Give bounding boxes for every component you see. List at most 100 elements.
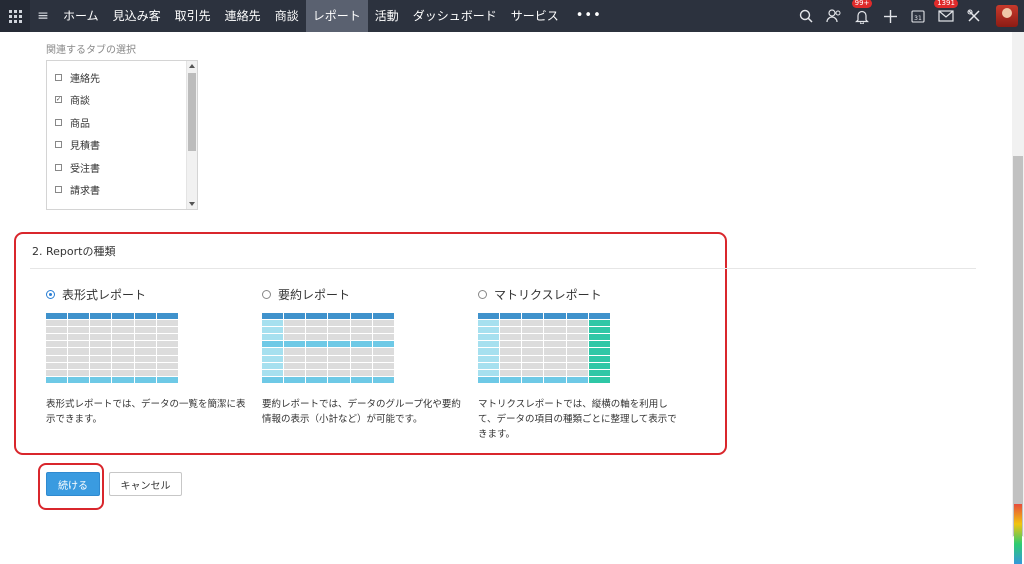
cancel-button[interactable]: キャンセル (109, 472, 182, 496)
illustration-cell (500, 320, 522, 327)
illustration-cell (112, 313, 134, 320)
nav-item-contacts[interactable]: 連絡先 (218, 0, 268, 32)
tab-option-quotes[interactable]: 見積書 (47, 134, 197, 157)
scroll-down-icon (189, 202, 195, 206)
tab-option-contacts[interactable]: 連絡先 (47, 66, 197, 89)
illustration-cell (112, 327, 134, 334)
tab-option-sales-orders[interactable]: 受注書 (47, 156, 197, 179)
tab-option-invoices[interactable]: 請求書 (47, 179, 197, 202)
report-type-title: 2. Reportの種類 (32, 245, 116, 258)
radio[interactable] (478, 290, 487, 299)
radio-selected[interactable] (46, 290, 55, 299)
illustration-cell (46, 320, 68, 327)
checkbox[interactable] (55, 186, 62, 194)
nav-item-activities[interactable]: 活動 (368, 0, 406, 32)
illustration-cell (156, 362, 178, 369)
page-scrollbar-thumb[interactable] (1013, 156, 1023, 536)
tab-option-deals[interactable]: ✓ 商談 (47, 89, 197, 112)
users-icon[interactable] (820, 0, 848, 32)
illustration-cell (372, 362, 394, 369)
calendar-icon[interactable]: 31 (904, 0, 932, 32)
menu-icon[interactable]: ≡ (30, 8, 56, 24)
illustration-cell (350, 313, 372, 320)
user-avatar[interactable] (996, 5, 1018, 27)
tabs-list-scrollbar[interactable] (186, 61, 197, 209)
illustration-cell (46, 341, 68, 348)
search-icon[interactable] (792, 0, 820, 32)
illustration-cell (478, 369, 500, 376)
option-tabular-report[interactable]: 表形式レポート (46, 286, 146, 303)
illustration-cell (90, 334, 112, 341)
svg-text:31: 31 (914, 15, 922, 22)
illustration-cell (262, 376, 284, 383)
option-summary-report[interactable]: 要約レポート (262, 286, 350, 303)
illustration-cell (372, 355, 394, 362)
nav-item-home[interactable]: ホーム (56, 0, 106, 32)
illustration-cell (262, 320, 284, 327)
option-matrix-report[interactable]: マトリクスレポート (478, 286, 602, 303)
illustration-cell (46, 313, 68, 320)
checkbox[interactable] (55, 163, 62, 171)
illustration-cell (90, 362, 112, 369)
radio[interactable] (262, 290, 271, 299)
illustration-cell (156, 341, 178, 348)
illustration-cell (500, 313, 522, 320)
nav-item-accounts[interactable]: 取引先 (168, 0, 218, 32)
illustration-cell (284, 334, 306, 341)
illustration-cell (112, 376, 134, 383)
checkbox-checked[interactable]: ✓ (55, 96, 62, 104)
illustration-cell (46, 334, 68, 341)
illustration-cell (46, 355, 68, 362)
illustration-cell (372, 327, 394, 334)
illustration-cell (522, 355, 544, 362)
nav-item-deals[interactable]: 商談 (268, 0, 306, 32)
nav-item-reports[interactable]: レポート (305, 0, 368, 32)
scroll-up-icon (189, 64, 195, 68)
illustration-cell (284, 320, 306, 327)
checkbox[interactable] (55, 73, 62, 81)
page-scrollbar[interactable] (1012, 32, 1024, 564)
illustration-cell (262, 369, 284, 376)
app-launcher-icon[interactable] (0, 0, 30, 32)
nav-item-dashboards[interactable]: ダッシュボード (406, 0, 504, 32)
illustration-cell (328, 376, 350, 383)
setup-tools-icon[interactable] (960, 0, 988, 32)
checkbox[interactable] (55, 141, 62, 149)
illustration-cell (372, 341, 394, 348)
more-modules-icon[interactable]: ••• (566, 0, 612, 32)
illustration-cell (500, 348, 522, 355)
illustration-cell (566, 334, 588, 341)
illustration-cell (68, 327, 90, 334)
illustration-cell (68, 362, 90, 369)
illustration-cell (500, 362, 522, 369)
illustration-cell (328, 327, 350, 334)
illustration-cell (262, 355, 284, 362)
illustration-cell (284, 341, 306, 348)
bell-icon[interactable]: 99+ (848, 0, 876, 32)
nav-item-leads[interactable]: 見込み客 (106, 0, 168, 32)
nav-item-services[interactable]: サービス (504, 0, 566, 32)
plus-icon[interactable] (876, 0, 904, 32)
continue-button[interactable]: 続ける (46, 472, 100, 496)
illustration-cell (68, 320, 90, 327)
illustration-cell (328, 313, 350, 320)
illustration-cell (522, 334, 544, 341)
illustration-cell (306, 369, 328, 376)
tab-option-products[interactable]: 商品 (47, 111, 197, 134)
checkbox[interactable] (55, 118, 62, 126)
illustration-cell (68, 313, 90, 320)
illustration-cell (328, 334, 350, 341)
illustration-cell (522, 362, 544, 369)
mail-icon[interactable]: 1391 (932, 0, 960, 32)
illustration-cell (522, 320, 544, 327)
illustration-cell (134, 341, 156, 348)
illustration-cell (46, 376, 68, 383)
illustration-cell (588, 334, 610, 341)
illustration-cell (588, 327, 610, 334)
related-tabs-list: 連絡先 ✓ 商談 商品 見積書 受注書 請求書 (46, 60, 198, 210)
illustration-cell (328, 355, 350, 362)
illustration-cell (328, 348, 350, 355)
illustration-cell (134, 348, 156, 355)
illustration-cell (522, 313, 544, 320)
illustration-cell (134, 369, 156, 376)
